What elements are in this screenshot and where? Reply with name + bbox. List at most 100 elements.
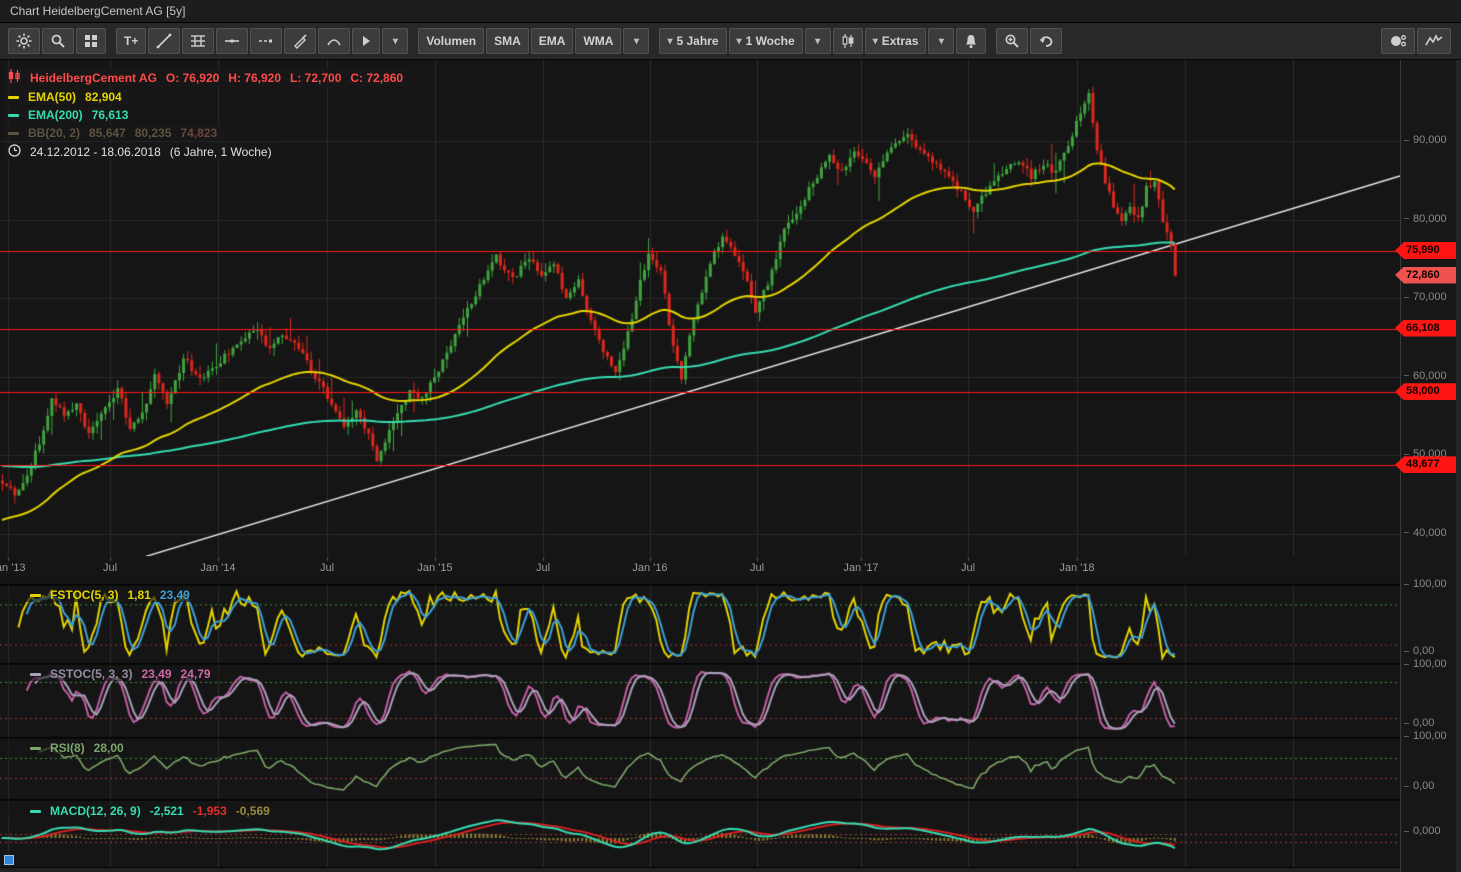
fstoc-label: FSTOC(5, 3) [50,588,118,602]
panel-resize-handle[interactable] [4,855,14,865]
time-axis-label: Jan '15 [405,562,465,574]
sstoc-d-value: 24,79 [181,667,211,681]
bollinger-label: BB(20, 2) [28,126,80,140]
time-axis-label: Jan '16 [620,562,680,574]
candle-style-button[interactable] [833,28,863,54]
ema-button[interactable]: EMA [531,28,574,54]
fibonacci-tool-button[interactable] [182,28,214,54]
extras-dropdown[interactable]: ▾ Extras [865,28,927,54]
line-chart-view-button[interactable] [1417,28,1451,54]
pointer-tool-button[interactable] [352,28,380,54]
search-button[interactable] [42,28,74,54]
bell-icon [964,34,978,49]
chevron-down-icon: ▾ [939,36,944,47]
high-value: H: 76,920 [228,71,281,85]
rsi-color-swatch [30,747,41,750]
price-level-tag: 48,677 [1395,456,1456,473]
settings-button[interactable] [8,28,40,54]
bubbles-icon [1389,33,1407,49]
period-dropdown[interactable]: ▾5 Jahre [659,28,726,54]
wma-label: WMA [583,34,613,48]
alerts-dropdown[interactable]: ▾ [928,28,954,54]
zoom-in-button[interactable] [996,28,1028,54]
text-tool-button[interactable]: T+ [116,28,146,54]
horizontal-ray-icon [258,33,274,49]
time-axis-label: Jan '13 [0,562,38,574]
legend-ema200-row[interactable]: EMA(200) 76,613 [4,107,135,123]
arc-icon [326,33,342,49]
draw-tools-dropdown[interactable]: ▾ [382,28,408,54]
sstoc-legend[interactable]: SSTOC(5, 3, 3) 23,49 24,79 [6,667,225,681]
fibonacci-icon [190,33,206,49]
price-axis-label: 40,000 [1404,527,1447,539]
arc-tool-button[interactable] [318,28,350,54]
undo-button[interactable] [1030,28,1062,54]
window-title: Chart HeidelbergCement AG [5y] [10,4,185,18]
instrument-name: HeidelbergCement AG [30,71,157,85]
price-axis-label: 70,000 [1404,291,1447,303]
time-axis-label: Jul [938,562,998,574]
fstoc-k-value: 1,81 [127,588,150,602]
candlestick-icon [841,33,855,49]
search-icon [50,33,66,49]
fstoc-color-swatch [30,594,41,597]
rsi-label: RSI(8) [50,741,85,755]
sstoc-color-swatch [30,673,41,676]
zoom-in-icon [1004,33,1020,49]
play-icon [360,35,372,47]
rsi-value: 28,00 [94,741,124,755]
time-axis-label: Jan '17 [831,562,891,574]
window-edge [1456,60,1461,872]
indicator-axis-label: 100,00 [1404,658,1447,670]
sma-label: SMA [494,34,521,48]
fstoc-d-value: 23,49 [160,588,190,602]
ema200-value: 76,613 [92,108,129,122]
low-value: L: 72,700 [290,71,341,85]
ema50-value: 82,904 [85,90,122,104]
range-detail: (6 Jahre, 1 Woche) [170,145,272,159]
horizontal-line-icon [224,33,240,49]
macd-value: -2,521 [150,804,184,818]
indicator-axis-label: 0,00 [1404,780,1434,792]
candlestick-icon [8,69,21,86]
chevron-down-icon: ▾ [634,36,639,47]
macd-legend[interactable]: MACD(12, 26, 9) -2,521 -1,953 -0,569 [6,804,284,818]
trendline-icon [156,33,172,49]
interval-dropdown[interactable]: ▾1 Woche [729,28,803,54]
legend-ema50-row[interactable]: EMA(50) 82,904 [4,89,129,105]
extras-label: Extras [882,34,919,48]
volumen-button[interactable]: Volumen [418,28,484,54]
wma-button[interactable]: WMA [575,28,621,54]
time-axis-label: Jul [80,562,140,574]
indicators-dropdown[interactable]: ▾ [623,28,649,54]
price-chart-canvas[interactable] [0,60,1400,872]
pen-icon [292,33,308,49]
chevron-down-icon: ▾ [737,36,742,47]
bubbles-view-button[interactable] [1381,28,1415,54]
chevron-down-icon: ▾ [815,36,820,47]
indicator-axis-label: 0,00 [1404,645,1434,657]
trendline-tool-button[interactable] [148,28,180,54]
price-axis-label: 60,000 [1404,370,1447,382]
horizontal-ray-tool-button[interactable] [250,28,282,54]
macd-color-swatch [30,810,41,813]
alert-button[interactable] [956,28,986,54]
rsi-legend[interactable]: RSI(8) 28,00 [6,741,138,755]
ema-label: EMA [539,34,566,48]
layout-button[interactable] [76,28,106,54]
horizontal-line-tool-button[interactable] [216,28,248,54]
time-axis-label: Jul [513,562,573,574]
chart-type-dropdown[interactable]: ▾ [805,28,831,54]
legend-instrument-row[interactable]: HeidelbergCement AG O: 76,920 H: 76,920 … [4,68,410,87]
sma-button[interactable]: SMA [486,28,529,54]
legend-bollinger-row[interactable]: BB(20, 2) 85,647 80,235 74,823 [4,125,224,141]
pen-tool-button[interactable] [284,28,316,54]
chevron-down-icon: ▾ [873,36,878,47]
clock-icon [8,144,21,160]
open-value: O: 76,920 [166,71,219,85]
chart-application-window: Chart HeidelbergCement AG [5y] T+ ▾ Volu… [0,0,1461,872]
close-value: C: 72,860 [350,71,403,85]
ema200-label: EMA(200) [28,108,83,122]
fstoc-legend[interactable]: FSTOC(5, 3) 1,81 23,49 [6,588,204,602]
sstoc-label: SSTOC(5, 3, 3) [50,667,132,681]
